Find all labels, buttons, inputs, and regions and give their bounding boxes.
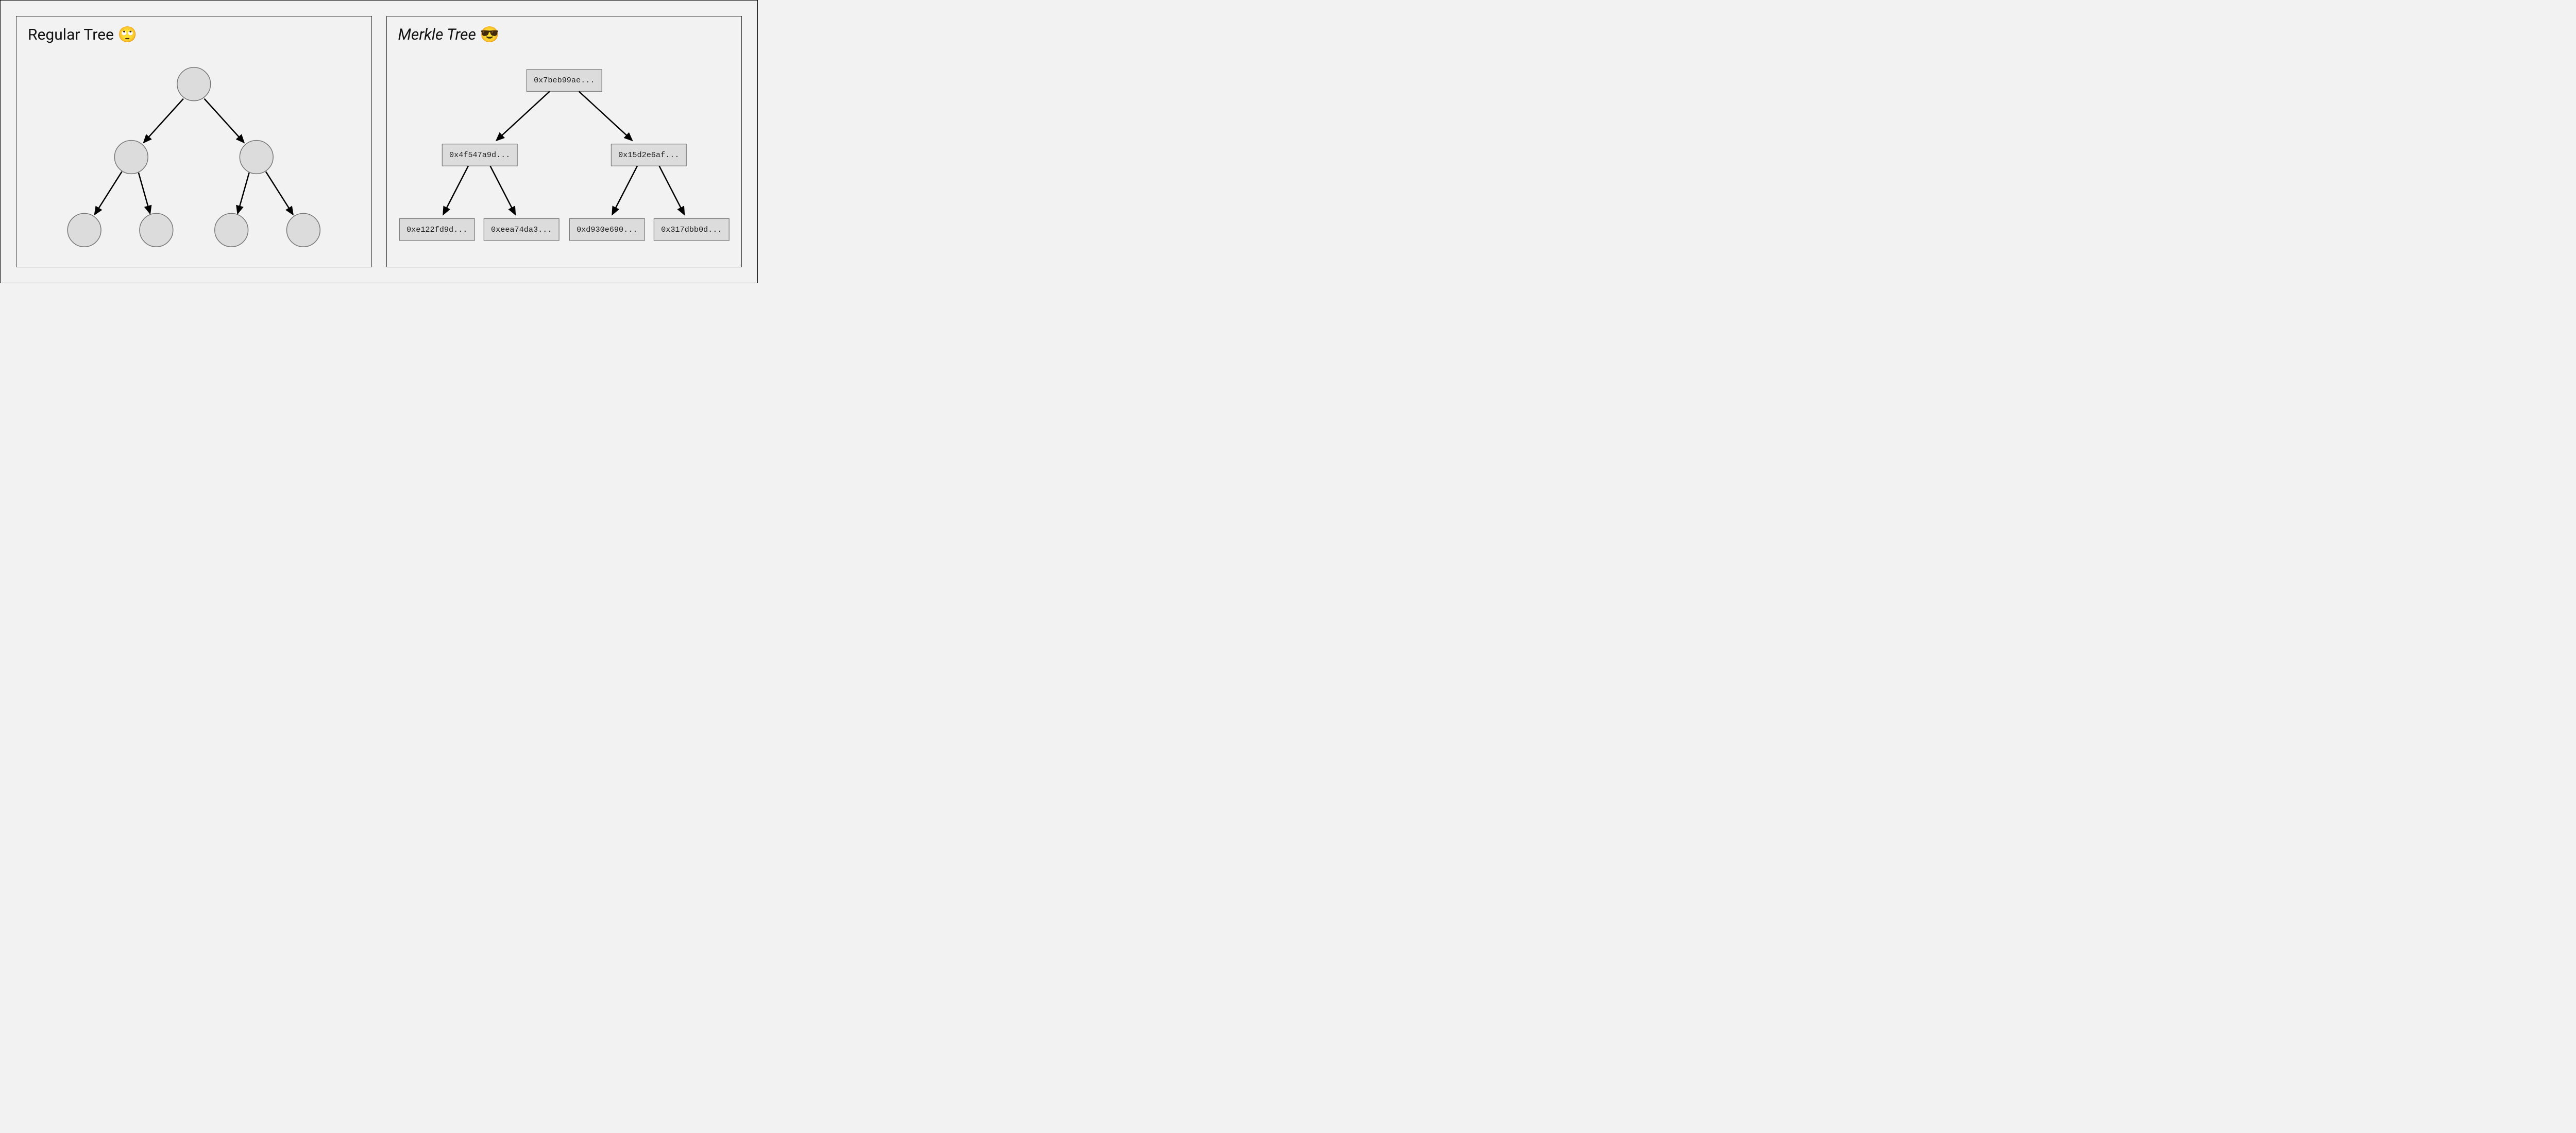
eye-roll-emoji-icon: 🙄	[118, 26, 137, 44]
merkle-mid-right-hash: 0x15d2e6af...	[618, 150, 679, 160]
diagram-container: Regular Tree 🙄	[16, 16, 742, 267]
regular-tree-title: Regular Tree 🙄	[28, 26, 360, 44]
merkle-edge-right-leaf3	[612, 166, 637, 214]
merkle-tree-area: 0x7beb99ae... 0x4f547a9d... 0x15d2e6af..…	[387, 47, 742, 267]
merkle-edge-left-leaf1	[443, 166, 468, 214]
node-right	[240, 141, 273, 174]
merkle-leaf1-hash: 0xe122fd9d...	[406, 225, 467, 234]
merkle-mid-left-hash: 0x4f547a9d...	[449, 150, 510, 160]
merkle-edge-root-left	[496, 91, 549, 140]
merkle-tree-title: Merkle Tree 😎	[398, 26, 731, 44]
edge-right-leaf3	[238, 173, 249, 213]
regular-tree-svg	[16, 47, 371, 267]
merkle-tree-svg: 0x7beb99ae... 0x4f547a9d... 0x15d2e6af..…	[387, 47, 742, 267]
merkle-leaf3-hash: 0xd930e690...	[577, 225, 637, 234]
node-leaf3	[215, 213, 248, 247]
edge-left-leaf1	[95, 171, 122, 214]
merkle-leaf2-hash: 0xeea74da3...	[491, 225, 552, 234]
edge-root-left	[144, 99, 183, 143]
merkle-tree-panel: Merkle Tree 😎 0x7beb99ae... 0x4f547a9d..…	[386, 16, 742, 267]
edge-left-leaf2	[139, 173, 150, 213]
regular-tree-title-text: Regular Tree	[28, 26, 114, 44]
node-left	[114, 141, 148, 174]
merkle-edge-root-right	[579, 91, 632, 140]
merkle-root-hash: 0x7beb99ae...	[534, 76, 595, 85]
edge-root-right	[205, 99, 244, 143]
merkle-edge-right-leaf4	[659, 166, 684, 214]
node-leaf1	[67, 213, 101, 247]
node-root	[177, 67, 211, 101]
node-leaf2	[140, 213, 173, 247]
regular-tree-area	[16, 47, 371, 267]
merkle-tree-title-text: Merkle Tree	[398, 26, 476, 44]
merkle-edge-left-leaf2	[490, 166, 515, 214]
regular-tree-panel: Regular Tree 🙄	[16, 16, 372, 267]
node-leaf4	[286, 213, 320, 247]
merkle-leaf4-hash: 0x317dbb0d...	[661, 225, 722, 234]
sunglasses-emoji-icon: 😎	[480, 26, 499, 44]
edge-right-leaf4	[266, 171, 293, 214]
